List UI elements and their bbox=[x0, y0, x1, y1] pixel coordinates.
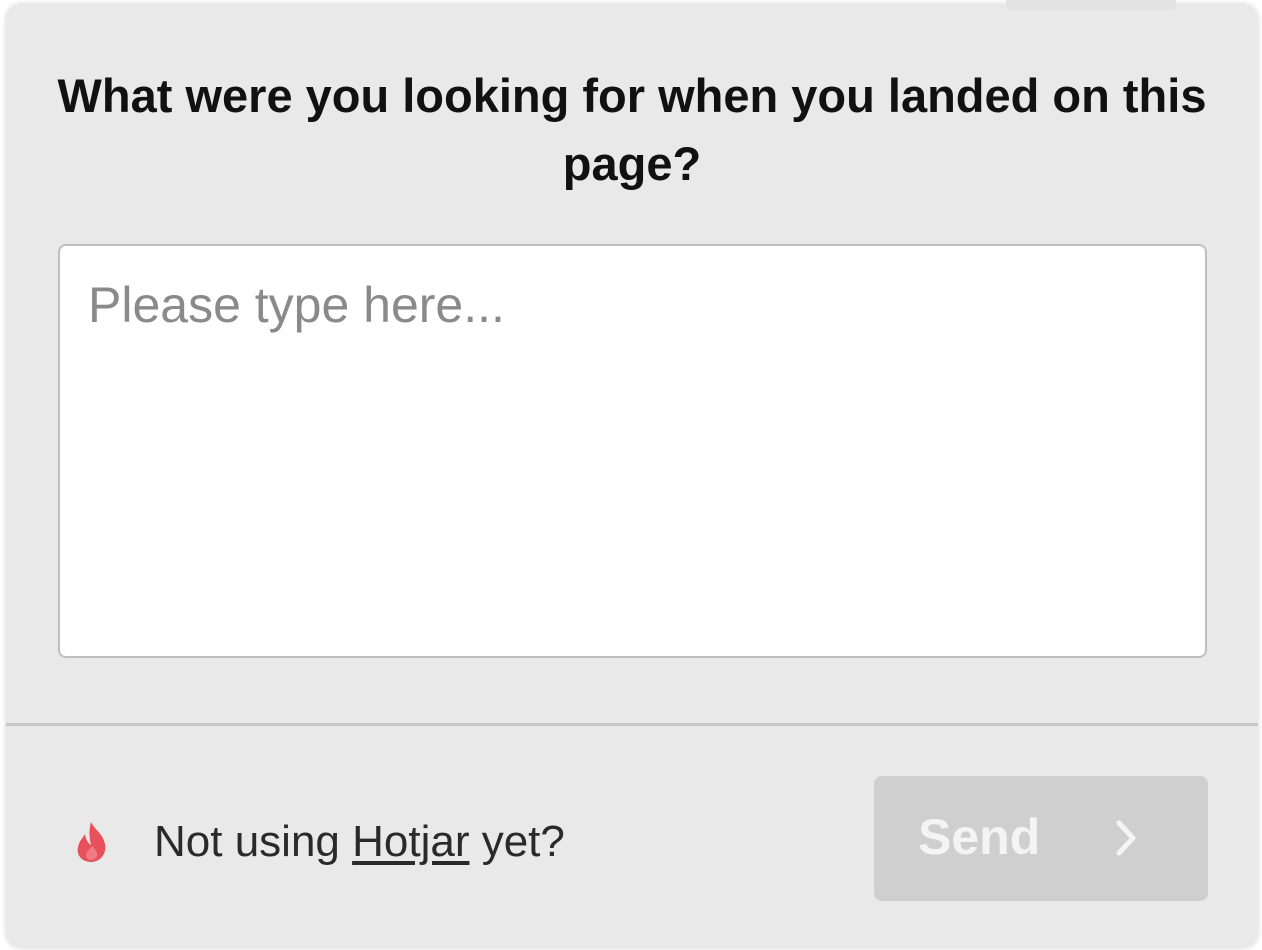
send-button-label: Send bbox=[918, 809, 1041, 865]
hotjar-promo: Not using Hotjar yet? bbox=[70, 814, 565, 870]
chevron-right-icon bbox=[1116, 820, 1136, 856]
hotjar-link[interactable]: Hotjar bbox=[352, 817, 469, 867]
feedback-widget: What were you looking for when you lande… bbox=[6, 0, 1258, 948]
promo-text-suffix: yet? bbox=[469, 817, 565, 866]
answer-textarea[interactable] bbox=[58, 244, 1207, 658]
footer-divider bbox=[6, 723, 1258, 726]
promo-text-prefix: Not using bbox=[154, 817, 353, 866]
survey-question: What were you looking for when you lande… bbox=[57, 69, 1207, 190]
send-button[interactable]: Send bbox=[874, 776, 1208, 901]
widget-top-tab bbox=[1006, 0, 1176, 10]
flame-icon bbox=[70, 820, 114, 864]
